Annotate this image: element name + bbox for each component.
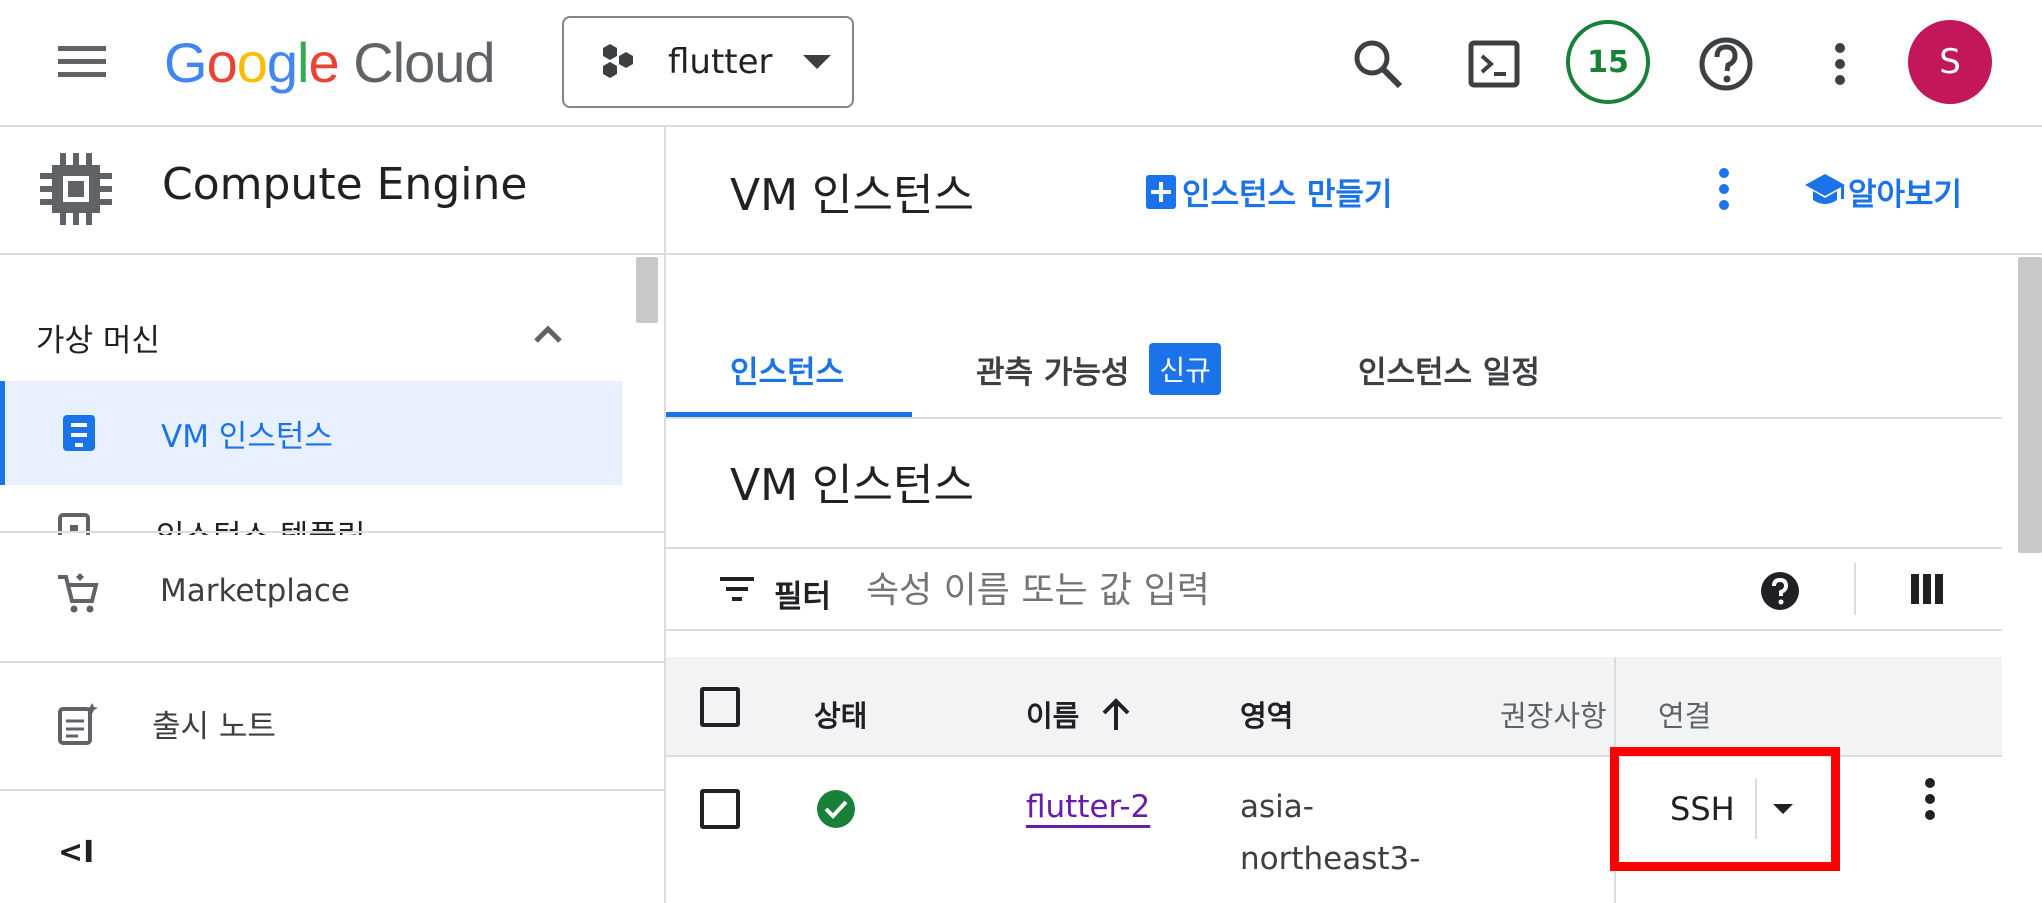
tab-instance-schedule[interactable]: 인스턴스 일정	[1358, 347, 1540, 392]
main-scrollbar-thumb[interactable]	[2018, 257, 2042, 553]
select-all-checkbox[interactable]	[700, 687, 740, 727]
divider-vertical	[1754, 779, 1757, 839]
collapse-icon: <I	[58, 835, 95, 870]
sidebar-item-marketplace[interactable]: Marketplace	[0, 533, 664, 659]
column-divider	[1614, 657, 1616, 755]
scrollbar-thumb[interactable]	[636, 257, 658, 323]
divider	[0, 789, 664, 791]
vm-instance-icon	[63, 415, 95, 451]
tab-instances[interactable]: 인스턴스	[666, 323, 912, 417]
learn-button[interactable]: 알아보기	[1804, 167, 1962, 215]
sort-ascending-arrow-icon	[1102, 698, 1130, 730]
page-title: VM 인스턴스	[730, 170, 974, 221]
add-box-icon	[1146, 175, 1176, 209]
more-options-button[interactable]	[1828, 40, 1852, 88]
project-name: flutter	[668, 42, 773, 82]
avatar-letter: S	[1939, 42, 1961, 82]
column-status[interactable]: 상태	[814, 693, 867, 735]
row-checkbox-box[interactable]	[700, 789, 740, 829]
cloud-wordmark: Cloud	[353, 31, 495, 94]
ssh-label: SSH	[1670, 790, 1735, 828]
account-avatar[interactable]: S	[1908, 20, 1992, 104]
page-header: VM 인스턴스 인스턴스 만들기 알아보기	[666, 127, 2042, 255]
cloud-shell-button[interactable]	[1466, 36, 1522, 92]
google-wordmark: Google	[164, 31, 340, 94]
learn-label: 알아보기	[1848, 176, 1963, 213]
instance-zone-line1: asia-	[1240, 789, 1314, 825]
help-button[interactable]	[1696, 34, 1756, 94]
filter-help-icon[interactable]	[1760, 571, 1800, 611]
sidebar-item-release-notes[interactable]: 출시 노트	[0, 663, 664, 787]
compute-engine-chip-icon	[40, 153, 112, 225]
header-more-button[interactable]	[1712, 165, 1736, 213]
create-instance-label: 인스턴스 만들기	[1182, 176, 1393, 213]
column-name-label: 이름	[1026, 699, 1080, 733]
row-more-vert-icon[interactable]	[1918, 775, 1942, 823]
new-badge: 신규	[1149, 343, 1221, 395]
table-header-row: 상태 이름 영역 권장사항 연결	[666, 657, 2002, 757]
section-header-virtual-machines[interactable]: 가상 머신	[0, 305, 600, 365]
column-recommendations[interactable]: 권장사항	[1500, 693, 1607, 735]
top-app-bar: Google Cloud flutter 15 S	[0, 0, 2042, 127]
more-vert-icon	[1835, 43, 1845, 85]
section-title: VM 인스턴스	[730, 460, 974, 511]
filter-bar: 필터	[666, 549, 2002, 631]
filter-list-icon	[720, 577, 754, 601]
collapse-nav-button[interactable]: <I	[58, 835, 108, 875]
column-zone[interactable]: 영역	[1240, 693, 1293, 735]
status-running-check-icon	[817, 790, 855, 828]
tab-bar: 인스턴스 관측 가능성 신규 인스턴스 일정	[666, 323, 2002, 419]
divider-vertical	[1854, 563, 1856, 615]
chevron-up-icon	[534, 325, 562, 343]
product-header: Compute Engine	[0, 127, 664, 255]
create-instance-button[interactable]: 인스턴스 만들기	[1144, 167, 1392, 215]
product-title: Compute Engine	[162, 159, 528, 210]
ssh-dropdown-caret-icon[interactable]	[1771, 802, 1795, 816]
marketplace-cart-icon	[58, 573, 99, 613]
release-notes-icon	[58, 703, 98, 745]
project-picker[interactable]: flutter	[562, 16, 854, 108]
sidebar-item-instance-templates[interactable]: 인스턴스 템플릿	[0, 499, 622, 535]
left-nav: Compute Engine 가상 머신 VM 인스턴스 인스턴스 템플릿	[0, 127, 666, 903]
notification-count: 15	[1587, 44, 1629, 80]
notifications-button[interactable]: 15	[1566, 20, 1650, 104]
column-display-icon[interactable]	[1910, 573, 1944, 605]
tab-label: 인스턴스	[730, 355, 845, 391]
instance-name-link[interactable]: flutter-2	[1026, 789, 1150, 825]
help-icon	[1699, 37, 1753, 91]
main-menu-button[interactable]	[52, 36, 114, 88]
sidebar-item-label: VM 인스턴스	[161, 419, 333, 455]
school-icon	[1805, 174, 1845, 204]
tab-label: 관측 가능성	[976, 354, 1130, 391]
filter-input[interactable]	[864, 561, 1488, 619]
section-title: 가상 머신	[36, 323, 160, 359]
release-notes-label: 출시 노트	[152, 709, 276, 745]
terminal-icon	[1468, 40, 1520, 88]
ssh-connect-button[interactable]: SSH	[1670, 777, 1795, 841]
sidebar-item-vm[interactable]: VM 인스턴스	[0, 381, 622, 485]
column-name[interactable]: 이름	[1026, 693, 1133, 735]
filter-label: 필터	[774, 579, 832, 615]
hamburger-menu-icon	[58, 46, 106, 77]
marketplace-label: Marketplace	[160, 573, 350, 609]
project-hexagons-icon	[603, 44, 633, 78]
google-cloud-logo[interactable]: Google Cloud	[164, 30, 496, 95]
tab-label: 인스턴스 일정	[1358, 355, 1540, 391]
instance-zone-line2: northeast3-	[1240, 841, 1421, 877]
more-vert-icon	[1719, 168, 1729, 210]
tab-observability[interactable]: 관측 가능성 신규	[976, 341, 1221, 397]
search-icon	[1354, 40, 1403, 89]
search-button[interactable]	[1350, 36, 1406, 92]
column-connect[interactable]: 연결	[1658, 693, 1711, 735]
table-row: flutter-2 asia- northeast3- SSH	[666, 747, 2002, 903]
caret-down-icon	[802, 55, 831, 69]
main-content: VM 인스턴스 인스턴스 만들기 알아보기 인스턴스 관측 가능성 신규 인스턴…	[666, 127, 2042, 903]
